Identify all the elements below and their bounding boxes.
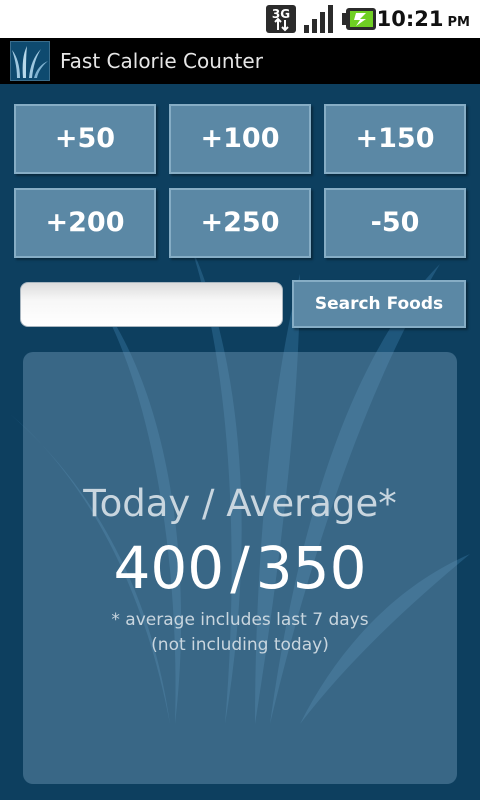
title-bar: Fast Calorie Counter	[0, 38, 480, 84]
app-title: Fast Calorie Counter	[60, 49, 263, 73]
average-note-detail: (not including today)	[151, 635, 329, 655]
calorie-totals: 400/350	[23, 534, 457, 602]
add-100-button[interactable]: +100	[169, 104, 311, 174]
average-note: * average includes last 7 days	[111, 610, 369, 630]
search-foods-button[interactable]: Search Foods	[292, 280, 466, 328]
add-200-button[interactable]: +200	[14, 188, 156, 258]
totals-separator: /	[230, 534, 250, 602]
main-content: +50 +100 +150 +200 +250 -50 Search Foods…	[0, 84, 480, 800]
svg-text:3G: 3G	[272, 7, 290, 21]
subtract-50-button[interactable]: -50	[324, 188, 466, 258]
average-calories: 350	[255, 534, 367, 602]
3g-data-icon: 3G	[265, 4, 297, 38]
today-calories: 400	[113, 534, 225, 602]
add-50-button[interactable]: +50	[14, 104, 156, 174]
signal-strength-icon	[303, 4, 337, 38]
summary-panel: Today / Average* 400/350 * average inclu…	[23, 352, 457, 784]
battery-charging-icon	[342, 6, 378, 36]
add-250-button[interactable]: +250	[169, 188, 311, 258]
grass-app-icon	[10, 41, 50, 81]
clock: 10:21 PM	[376, 7, 470, 31]
add-150-button[interactable]: +150	[324, 104, 466, 174]
summary-heading: Today / Average*	[83, 482, 397, 525]
search-input[interactable]	[20, 282, 283, 327]
status-bar: 3G 10:21 PM	[0, 0, 480, 38]
